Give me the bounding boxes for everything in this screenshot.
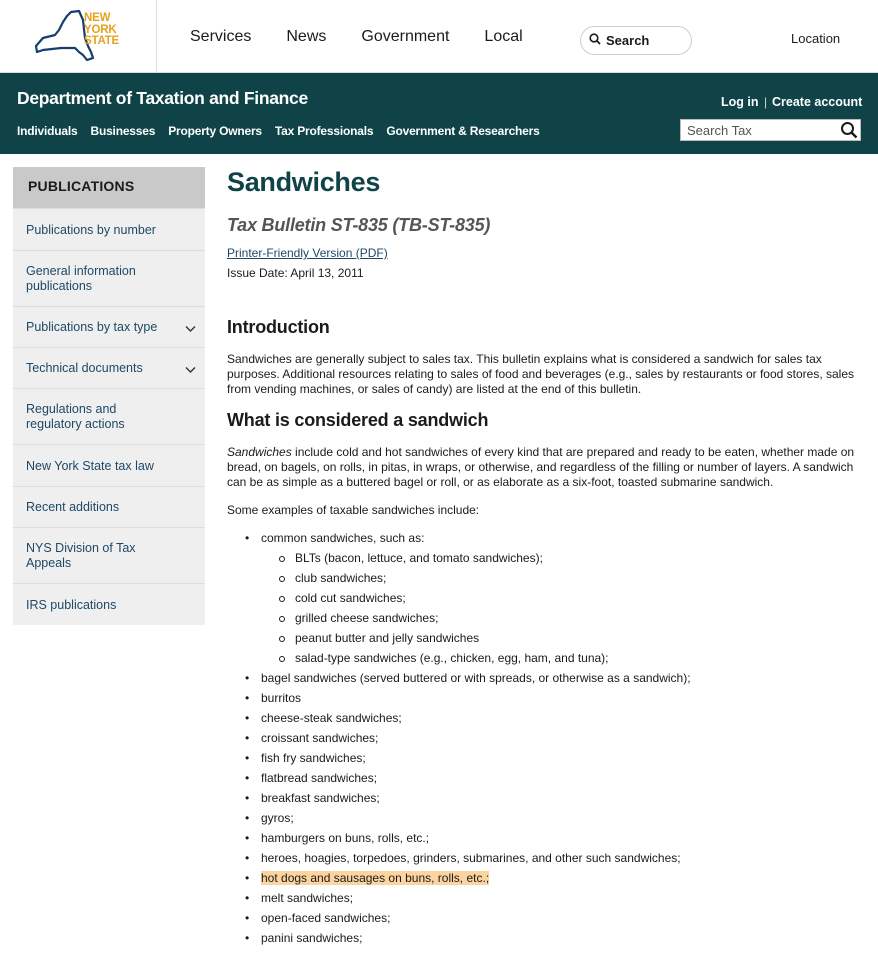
sidebar-item-label: Regulations and regulatory actions [26,401,125,431]
sandwiches-term: Sandwiches [227,445,292,459]
list-item: peanut butter and jelly sandwiches [279,628,867,648]
what-text: include cold and hot sandwiches of every… [227,445,855,489]
highlighted-text: hot dogs and sausages on buns, rolls, et… [261,871,490,885]
agency-nav: Individuals Businesses Property Owners T… [17,124,553,138]
list-item: common sandwiches, such as: BLTs (bacon,… [245,528,867,668]
search-icon [589,33,601,48]
nav-individuals[interactable]: Individuals [17,124,78,138]
header-separator: | [764,95,768,109]
sidebar-item-label: Technical documents [26,361,143,375]
sidebar-item-tax-law[interactable]: New York State tax law [13,444,205,486]
sidebar-item-label: Recent additions [26,500,120,514]
intro-paragraph: Sandwiches are generally subject to sale… [227,352,855,396]
tax-search-placeholder: Search Tax [687,123,752,138]
list-item-text: common sandwiches, such as: [261,531,425,545]
publications-sidebar: PUBLICATIONS Publications by number Gene… [13,167,205,625]
sidebar-item-label: New York State tax law [26,458,154,473]
nav-government-researchers[interactable]: Government & Researchers [386,124,539,138]
login-link[interactable]: Log in [721,95,759,109]
nav-tax-professionals[interactable]: Tax Professionals [275,124,374,138]
list-item: breakfast sandwiches; [245,788,867,808]
nys-logo[interactable]: NEW YORK STATE [0,0,157,73]
issue-date: Issue Date: April 13, 2011 [227,266,364,280]
list-item: burritos [245,688,867,708]
agency-header: Department of Taxation and Finance Log i… [0,73,878,154]
location-link[interactable]: Location [791,31,840,46]
what-paragraph: Sandwiches include cold and hot sandwich… [227,445,867,490]
chevron-down-icon[interactable] [185,322,196,336]
list-item: grilled cheese sandwiches; [279,608,867,628]
tax-search-input[interactable]: Search Tax [680,119,861,141]
sidebar-item-label: NYS Division of Tax Appeals [26,540,136,570]
sidebar-item-general-information[interactable]: General information publications [13,250,205,306]
list-item: hamburgers on buns, rolls, etc.; [245,828,867,848]
list-item: open-faced sandwiches; [245,908,867,928]
sidebar-item-technical-documents[interactable]: Technical documents [13,347,205,388]
sidebar-item-recent-additions[interactable]: Recent additions [13,486,205,527]
search-icon[interactable] [840,121,858,142]
page-title: Sandwiches [227,167,381,197]
examples-intro: Some examples of taxable sandwiches incl… [227,503,480,517]
list-item-highlighted: hot dogs and sausages on buns, rolls, et… [245,868,867,888]
list-item: panini sandwiches; [245,928,867,948]
list-item: gyros; [245,808,867,828]
create-account-link[interactable]: Create account [772,95,862,109]
search-label: Search [606,33,650,48]
nav-services[interactable]: Services [190,28,251,46]
list-item: BLTs (bacon, lettuce, and tomato sandwic… [279,548,867,568]
sidebar-item-tax-appeals[interactable]: NYS Division of Tax Appeals [13,527,205,583]
list-item: croissant sandwiches; [245,728,867,748]
agency-title[interactable]: Department of Taxation and Finance [17,88,308,109]
list-item: bagel sandwiches (served buttered or wit… [245,668,867,688]
sidebar-item-label: Publications by tax type [26,320,158,334]
bulletin-title: Tax Bulletin ST-835 (TB-ST-835) [227,215,491,235]
nav-property-owners[interactable]: Property Owners [168,124,262,138]
list-item: heroes, hoagies, torpedoes, grinders, su… [245,848,867,868]
what-heading: What is considered a sandwich [227,410,489,430]
sidebar-item-label: Publications by number [26,222,156,237]
sidebar-item-label: General information publications [26,263,136,293]
nav-businesses[interactable]: Businesses [90,124,155,138]
global-header: NEW YORK STATE Services News Government Lo… [0,0,878,73]
nav-news[interactable]: News [286,28,326,46]
top-nav: Services News Government Local [190,28,558,46]
list-item: cheese-steak sandwiches; [245,708,867,728]
nav-local[interactable]: Local [484,28,522,46]
list-item: cold cut sandwiches; [279,588,867,608]
sidebar-item-label: IRS publications [26,597,117,612]
chevron-down-icon[interactable] [185,363,196,377]
printer-friendly-link[interactable]: Printer-Friendly Version (PDF) [227,246,867,260]
sidebar-item-publications-by-number[interactable]: Publications by number [13,208,205,250]
list-item: melt sandwiches; [245,888,867,908]
intro-heading: Introduction [227,317,330,337]
common-sandwich-list: BLTs (bacon, lettuce, and tomato sandwic… [279,548,867,668]
list-item: salad-type sandwiches (e.g., chicken, eg… [279,648,867,668]
main-content: Sandwiches Tax Bulletin ST-835 (TB-ST-83… [227,167,867,948]
nys-wordmark: NEW YORK STATE [84,12,119,47]
nav-government[interactable]: Government [361,28,449,46]
sidebar-item-irs-publications[interactable]: IRS publications [13,583,205,625]
sidebar-item-by-tax-type[interactable]: Publications by tax type [13,306,205,347]
sidebar-item-regulations[interactable]: Regulations and regulatory actions [13,388,205,444]
sidebar-heading: PUBLICATIONS [13,167,205,208]
global-search-button[interactable]: Search [580,26,692,55]
list-item: club sandwiches; [279,568,867,588]
sandwich-list: common sandwiches, such as: BLTs (bacon,… [245,528,867,948]
list-item: flatbread sandwiches; [245,768,867,788]
list-item: fish fry sandwiches; [245,748,867,768]
